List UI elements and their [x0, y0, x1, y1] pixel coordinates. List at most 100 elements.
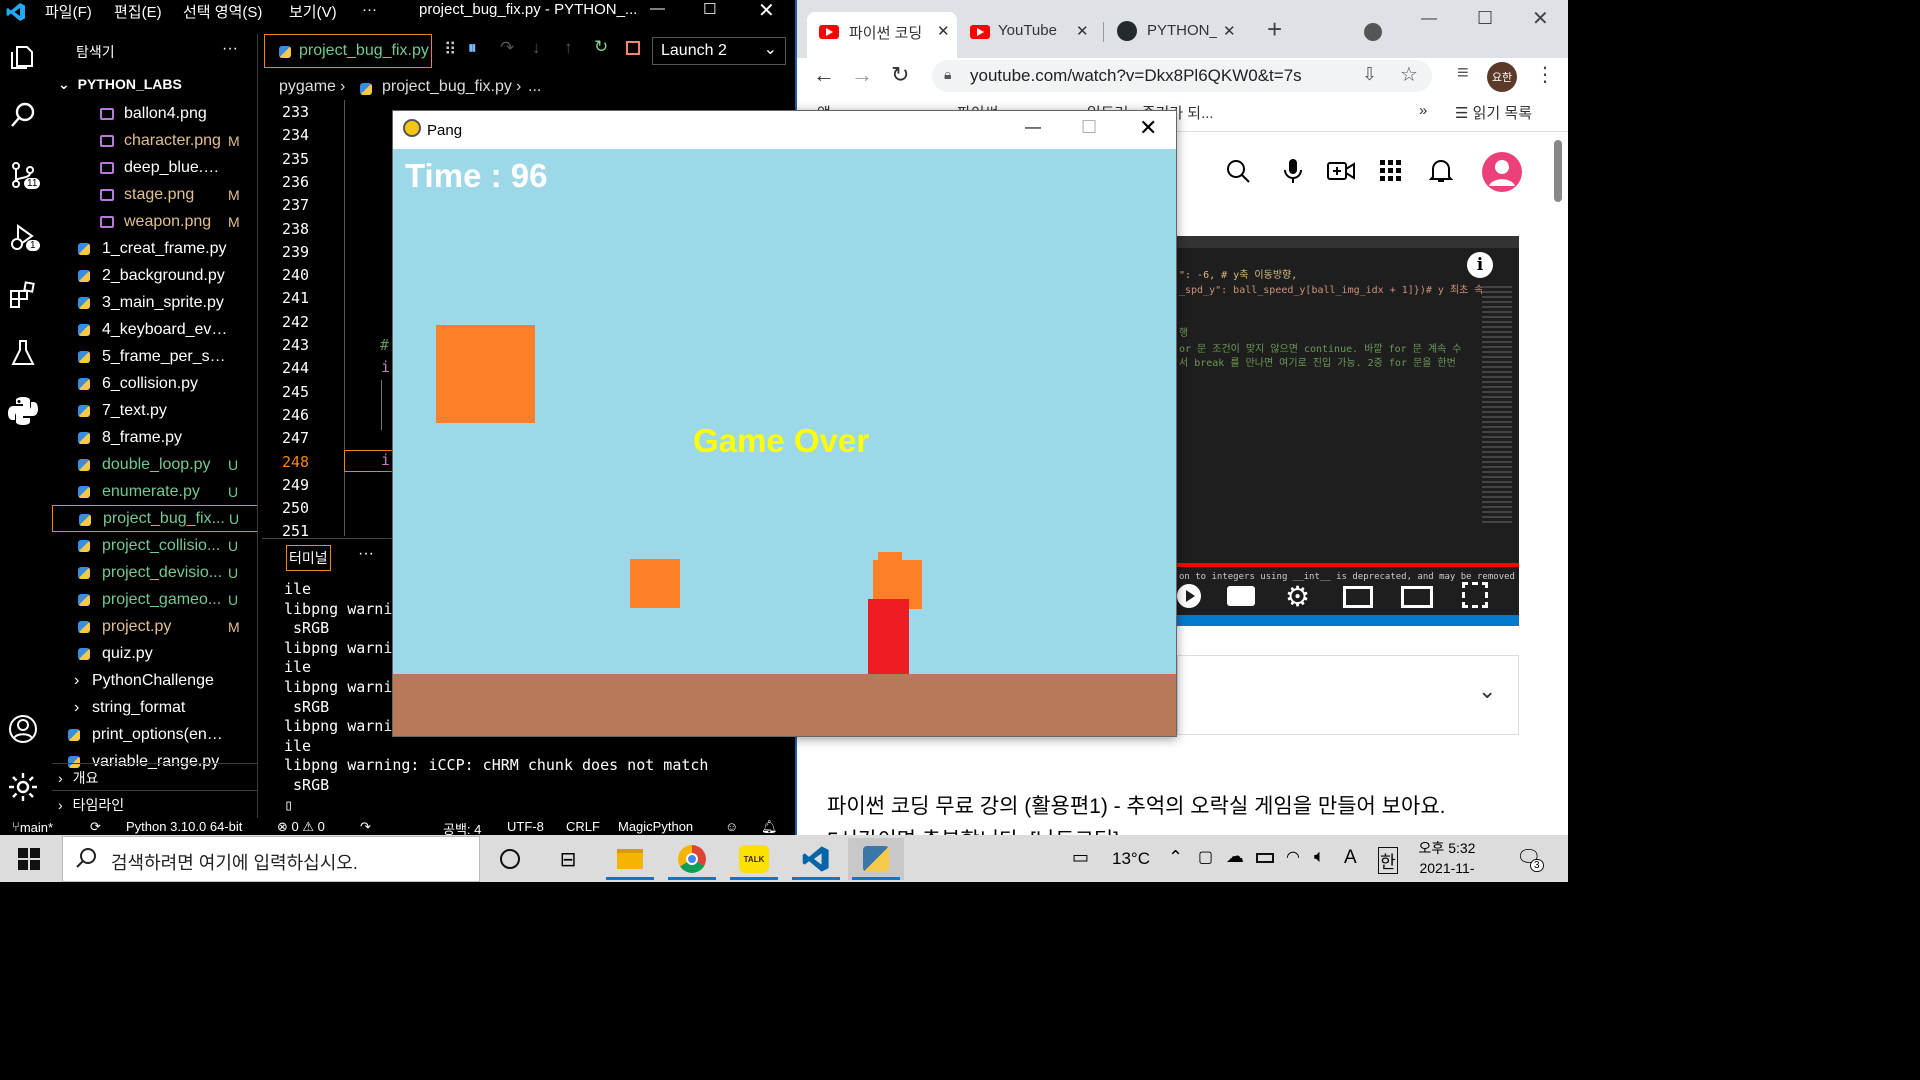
weather-icon[interactable]: ▭ [1072, 847, 1089, 868]
reading-list-icon[interactable]: ≡ [1457, 62, 1469, 85]
extensions-icon[interactable] [6, 278, 40, 312]
tree-file[interactable]: enumerate.py U [52, 478, 257, 505]
chevron-up-icon[interactable]: ⌃ [1168, 847, 1183, 868]
game-canvas[interactable]: Time : 96 Game Over [393, 149, 1176, 736]
clock[interactable]: 오후 5:32 2021-11-15 [1412, 838, 1482, 898]
apps-grid-icon[interactable] [1380, 160, 1402, 187]
reading-list-button[interactable]: ☰ 읽기 목록 [1455, 102, 1532, 123]
tree-file[interactable]: stage.png M [52, 181, 257, 208]
close-icon[interactable]: ✕ [1076, 22, 1089, 40]
profile-avatar[interactable]: 요한 [1487, 62, 1517, 92]
editor-tab-active[interactable]: project_bug_fix.py [264, 34, 432, 68]
source-control-icon[interactable]: 11 [6, 158, 41, 192]
create-video-icon[interactable] [1327, 160, 1355, 187]
search-icon[interactable] [6, 98, 40, 132]
stop-icon[interactable] [626, 41, 640, 55]
vscode-app-icon[interactable] [788, 838, 844, 880]
ime-language[interactable]: 한 [1378, 847, 1398, 874]
wifi-icon[interactable]: ◠ [1286, 847, 1300, 867]
restart-icon[interactable]: ↻ [594, 37, 608, 57]
terminal-more-button[interactable]: ··· [358, 545, 374, 563]
indent-status[interactable]: 공백: 4 [443, 819, 481, 835]
tree-file[interactable]: 5_frame_per_second... [52, 343, 257, 370]
tree-folder[interactable]: › PythonChallenge [52, 667, 257, 694]
maximize-icon[interactable]: ☐ [703, 0, 716, 18]
back-arrow-icon[interactable]: ← [813, 62, 835, 88]
drag-handle-icon[interactable]: ⠿ [444, 40, 456, 60]
account-avatar[interactable] [1482, 152, 1522, 192]
tab-search-icon[interactable] [1364, 23, 1382, 41]
chrome-menu-icon[interactable]: ⋮ [1535, 62, 1555, 87]
search-icon[interactable] [1225, 158, 1251, 189]
timeline-section[interactable]: › 타임라인 [52, 790, 257, 816]
volume-icon[interactable]: 🔈︎ [1314, 846, 1325, 867]
testing-flask-icon[interactable] [6, 336, 40, 370]
tree-file[interactable]: quiz.py [52, 640, 257, 667]
chrome-tab[interactable]: PYTHON_ ✕ [1115, 12, 1236, 52]
miniplayer-icon[interactable] [1343, 586, 1373, 608]
tree-file[interactable]: 2_background.py [52, 262, 257, 289]
explorer-files-icon[interactable] [6, 40, 40, 74]
notifications-bell-icon[interactable] [1428, 158, 1454, 189]
description-box[interactable]: ⌄ [1177, 655, 1519, 735]
chrome-tab-active[interactable]: 파이썬 코딩 ✕ [807, 12, 957, 58]
minimize-icon[interactable]: — [1421, 10, 1437, 28]
tree-file[interactable]: project_gameo... U [52, 586, 257, 613]
problems-status[interactable]: ⊗ 0 ⚠ 0 [277, 819, 325, 835]
language-status[interactable]: MagicPython [618, 819, 693, 834]
breadcrumb-file[interactable]: project_bug_fix.py [382, 78, 512, 96]
tree-file[interactable]: 7_text.py [52, 397, 257, 424]
tree-file[interactable]: deep_blue.png [52, 154, 257, 181]
video-player[interactable]: i ": -6, # y축 이동방향, _spd_y": ball_speed_… [1177, 236, 1519, 626]
run-debug-icon[interactable]: 1 [6, 220, 40, 254]
close-icon[interactable]: ✕ [758, 0, 775, 23]
menu-view[interactable]: 보기(V) [289, 1, 337, 22]
widgets-icon[interactable]: ⊟ [540, 838, 596, 880]
pause-icon[interactable]: ⏸ [468, 38, 477, 58]
menu-more[interactable]: ··· [362, 1, 377, 18]
meet-now-icon[interactable]: ▢ [1198, 847, 1213, 867]
reload-icon[interactable]: ↻ [891, 62, 909, 88]
tree-file[interactable]: project_bug_fix... U [52, 505, 257, 532]
breadcrumb-folder[interactable]: pygame [279, 78, 336, 96]
branch-status[interactable]: ⑂ main* [12, 819, 53, 835]
eol-status[interactable]: CRLF [566, 819, 600, 834]
tree-file[interactable]: weapon.png M [52, 208, 257, 235]
tree-file[interactable]: print_options(end_se... [52, 721, 257, 748]
close-icon[interactable]: ✕ [1532, 6, 1549, 31]
minimize-icon[interactable]: — [650, 0, 665, 17]
play-icon[interactable] [1177, 584, 1201, 608]
maximize-icon[interactable]: ☐ [1477, 8, 1493, 29]
onedrive-cloud-icon[interactable]: ☁ [1226, 846, 1244, 867]
new-tab-button[interactable]: + [1267, 14, 1282, 45]
tree-folder[interactable]: › string_format [52, 694, 257, 721]
menu-file[interactable]: 파일(F) [45, 1, 92, 22]
scrollbar-thumb[interactable] [1554, 140, 1562, 202]
step-over-icon[interactable]: ↷ [500, 38, 514, 58]
address-bar[interactable]: 🔒︎ youtube.com/watch?v=Dkx8Pl6QKW0&t=7s … [932, 60, 1432, 92]
menu-selection[interactable]: 선택 영역(S) [183, 1, 262, 22]
tree-file[interactable]: 1_creat_frame.py [52, 235, 257, 262]
microphone-icon[interactable] [1281, 158, 1305, 189]
weather-temp[interactable]: 13°C [1112, 849, 1150, 869]
tree-file[interactable]: project.py M [52, 613, 257, 640]
python-app-icon[interactable] [848, 838, 904, 880]
chevron-down-icon[interactable]: ⌄ [1478, 678, 1496, 704]
install-app-icon[interactable]: ⇩ [1362, 64, 1377, 85]
encoding-status[interactable]: UTF-8 [507, 819, 544, 834]
kakaotalk-icon[interactable]: TALK [726, 838, 782, 880]
page-scrollbar[interactable] [1552, 140, 1564, 830]
bookmarks-overflow[interactable]: » [1419, 102, 1427, 119]
ime-mode[interactable]: A [1344, 847, 1357, 869]
tree-file[interactable]: ballon4.png [52, 100, 257, 127]
settings-gear-icon[interactable] [6, 770, 40, 804]
menu-edit[interactable]: 편집(E) [114, 1, 162, 22]
breadcrumb-symbol[interactable]: ... [528, 78, 541, 96]
tree-file[interactable]: 3_main_sprite.py [52, 289, 257, 316]
minimize-icon[interactable]: — [1025, 119, 1041, 137]
step-out-icon[interactable]: ↑ [564, 38, 573, 58]
maximize-icon[interactable]: ☐ [1081, 117, 1097, 138]
python-icon[interactable] [6, 394, 40, 428]
tree-file[interactable]: 6_collision.py [52, 370, 257, 397]
taskbar-search-box[interactable]: 검색하려면 여기에 입력하십시오. [62, 836, 480, 882]
